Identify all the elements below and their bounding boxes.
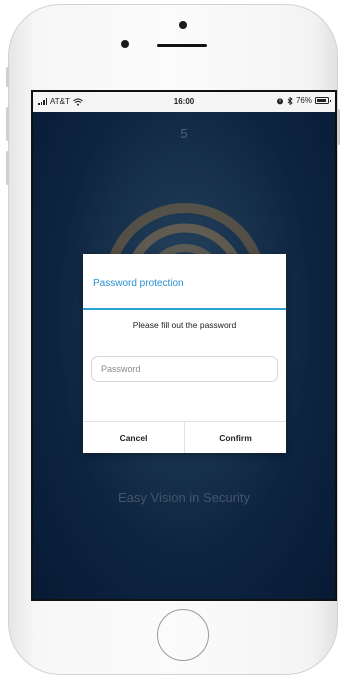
power-button [337,109,340,145]
mute-switch [6,67,9,87]
volume-up-button [6,107,9,141]
proximity-sensor [179,21,187,29]
status-right: 76% [276,96,331,105]
volume-down-button [6,151,9,185]
alarm-icon [276,97,283,104]
password-input[interactable] [91,356,278,382]
dialog-divider [83,308,286,310]
battery-icon [315,97,331,104]
password-dialog: Password protection Please fill out the … [83,254,286,453]
dialog-actions: Cancel Confirm [83,421,286,453]
dialog-title: Password protection [93,278,184,289]
bluetooth-icon [287,96,293,105]
front-camera [121,40,129,48]
status-bar: AT&T 16:00 76% [33,92,335,112]
home-button[interactable] [157,609,209,661]
stage: AT&T 16:00 76% 5 Easy Vision in Security… [0,0,345,679]
phone-screen: AT&T 16:00 76% 5 Easy Vision in Security… [31,90,337,601]
confirm-button[interactable]: Confirm [184,422,286,453]
battery-percent: 76% [295,96,312,105]
earpiece-speaker [157,44,207,47]
cancel-button[interactable]: Cancel [83,422,184,453]
dialog-message: Please fill out the password [132,320,237,330]
